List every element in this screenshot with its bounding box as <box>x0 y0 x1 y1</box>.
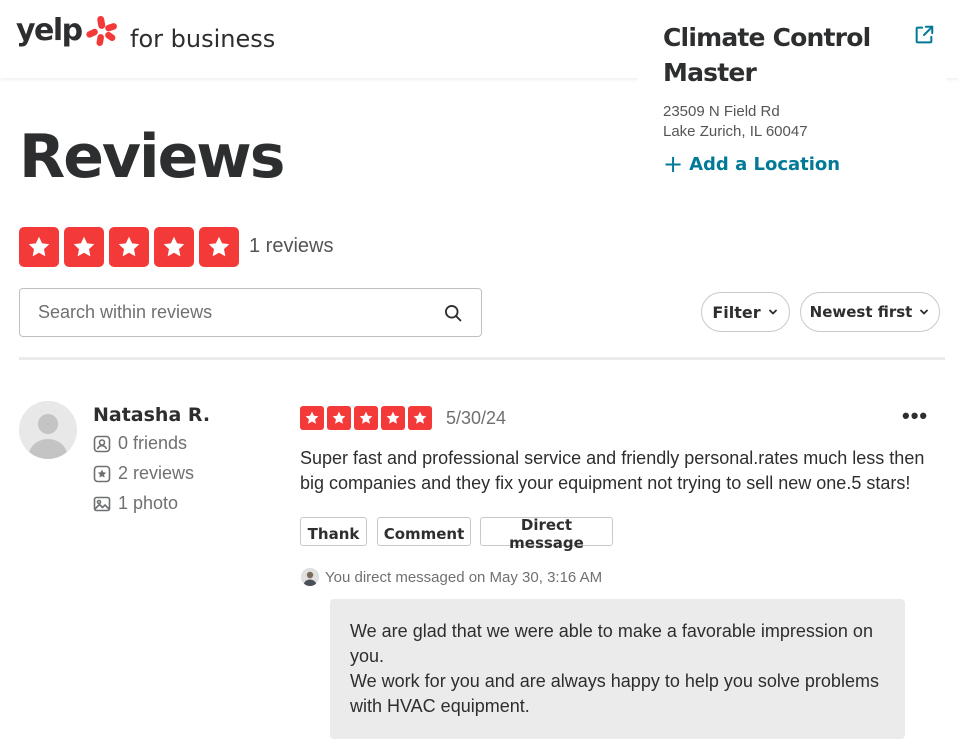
dm-notice-text: You direct messaged on May 30, 3:16 AM <box>325 568 603 586</box>
review-count: 1 reviews <box>249 235 334 257</box>
sort-label: Newest first <box>809 303 913 321</box>
sort-dropdown[interactable]: Newest first <box>800 292 940 332</box>
dm-paragraph: We work for you and are always happy to … <box>350 671 879 716</box>
reviews-count: 2 reviews <box>118 463 195 483</box>
owner-avatar <box>301 568 319 586</box>
business-address-line1: 23509 N Field Rd <box>663 103 780 120</box>
business-card: Climate Control Master 23509 N Field Rd … <box>637 0 947 200</box>
external-link-icon[interactable] <box>913 24 935 46</box>
dm-paragraph: We are glad that we were able to make a … <box>350 621 873 666</box>
more-options-icon[interactable]: ••• <box>902 404 932 434</box>
photos-count: 1 photo <box>118 493 179 513</box>
star-icon <box>408 406 432 430</box>
star-icon <box>64 227 104 267</box>
search-box[interactable] <box>19 288 482 337</box>
review-text: Super fast and professional service and … <box>300 448 925 493</box>
overall-rating <box>19 227 239 267</box>
plus-icon: + <box>663 150 684 178</box>
dm-message-bubble: We are glad that we were able to make a … <box>330 599 905 739</box>
photo-icon <box>93 496 111 511</box>
friends-count: 0 friends <box>118 433 188 453</box>
review-date: 5/30/24 <box>446 408 507 428</box>
star-icon <box>109 227 149 267</box>
user-silhouette-icon <box>19 401 77 459</box>
direct-message-button[interactable]: Direct message <box>480 516 613 552</box>
avatar[interactable] <box>19 401 77 459</box>
review-star-icon <box>93 465 111 482</box>
review-rating <box>300 406 432 430</box>
chevron-down-icon <box>920 309 929 315</box>
star-icon <box>19 227 59 267</box>
business-address-line2: Lake Zurich, IL 60047 <box>663 123 808 140</box>
yelp-logo[interactable]: yelp <box>16 14 118 48</box>
star-icon <box>154 227 194 267</box>
yelp-burst-icon <box>86 15 117 47</box>
search-input[interactable] <box>38 302 433 323</box>
page-title: Reviews <box>19 122 285 192</box>
add-location-label: Add a Location <box>689 153 841 175</box>
logo-subtitle: for business <box>130 25 276 53</box>
dm-notice: You direct messaged on May 30, 3:16 AM <box>301 568 602 586</box>
star-icon <box>327 406 351 430</box>
business-name: Climate Control Master <box>663 23 871 87</box>
user-silhouette-icon <box>301 568 319 586</box>
search-icon[interactable] <box>443 303 463 323</box>
filter-button[interactable]: Filter <box>701 292 790 332</box>
star-icon <box>300 406 324 430</box>
reviewer-friends: 0 friends <box>93 433 187 454</box>
divider <box>19 357 945 360</box>
thank-button[interactable]: Thank <box>300 517 367 546</box>
logo-wordmark: yelp <box>16 13 83 48</box>
friends-icon <box>93 435 111 452</box>
filter-label: Filter <box>712 302 761 322</box>
star-icon <box>199 227 239 267</box>
reviewer-name[interactable]: Natasha R. <box>93 404 210 426</box>
chevron-down-icon <box>768 309 777 315</box>
add-location-link[interactable]: + Add a Location <box>663 152 840 176</box>
reviewer-photos: 1 photo <box>93 493 178 514</box>
comment-button[interactable]: Comment <box>377 517 471 546</box>
reviewer-reviews: 2 reviews <box>93 463 194 484</box>
star-icon <box>381 406 405 430</box>
star-icon <box>354 406 378 430</box>
